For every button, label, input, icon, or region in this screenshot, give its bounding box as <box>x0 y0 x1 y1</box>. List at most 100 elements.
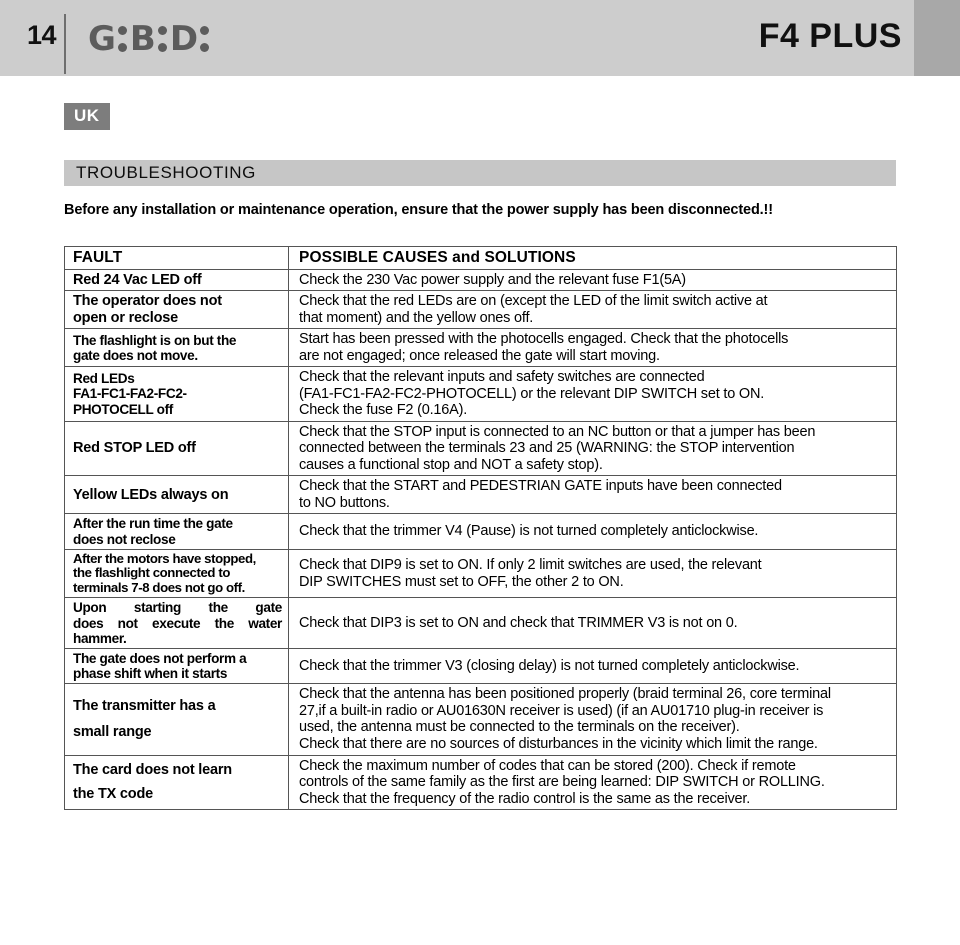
solution-line: Check that the red LEDs are on (except t… <box>299 293 768 310</box>
brand-letter-b: B <box>129 19 156 59</box>
section-title-bar: TROUBLESHOOTING <box>64 160 896 186</box>
solution-line: Check that the START and PEDESTRIAN GATE… <box>299 478 782 495</box>
fault-cell: The operator does not open or reclose <box>64 290 289 330</box>
fault-cell: Red STOP LED off <box>64 420 289 477</box>
fault-cell: Red LEDs FA1-FC1-FA2-FC2- PHOTOCELL off <box>64 366 289 422</box>
table-body: FAULT POSSIBLE CAUSES and SOLUTIONS Red … <box>64 246 897 811</box>
table-row: The card does not learn the TX code Chec… <box>64 754 897 811</box>
fault-line: Red 24 Vac LED off <box>73 271 202 288</box>
fault-cell: Upon starting the gate does not execute … <box>64 597 289 649</box>
solution-cell: Check that the trimmer V4 (Pause) is not… <box>288 513 897 550</box>
column-header-fault: FAULT <box>64 246 289 270</box>
solution-line: 27,if a built-in radio or AU01630N recei… <box>299 702 824 719</box>
solution-line: causes a functional stop and NOT a safet… <box>299 456 603 473</box>
table-row: The operator does not open or reclose Ch… <box>64 290 897 330</box>
fault-line: The card does not learn <box>73 762 232 779</box>
fault-cell: After the run time the gate does not rec… <box>64 513 289 550</box>
solution-line: Check that there are no sources of distu… <box>299 735 818 752</box>
table-row: The flashlight is on but the gate does n… <box>64 328 897 368</box>
fault-line: does not execute the water <box>73 615 282 631</box>
fault-line: open or reclose <box>73 309 178 326</box>
fault-cell: The flashlight is on but the gate does n… <box>64 328 289 368</box>
fault-line: Red LEDs <box>73 371 135 387</box>
solution-cell: Check that the antenna has been position… <box>288 683 897 756</box>
solution-line: used, the antenna must be connected to t… <box>299 719 740 736</box>
fault-cell: The transmitter has a small range <box>64 683 289 756</box>
fault-line: The flashlight is on but the <box>73 332 237 348</box>
table-header-row: FAULT POSSIBLE CAUSES and SOLUTIONS <box>64 246 897 270</box>
solution-line: Check the maximum number of codes that c… <box>299 757 796 774</box>
fault-cell: Red 24 Vac LED off <box>64 268 289 292</box>
fault-line: small range <box>73 724 152 741</box>
solution-line: Check that the trimmer V4 (Pause) is not… <box>299 523 759 540</box>
solution-line: Check that the relevant inputs and safet… <box>299 369 705 386</box>
fault-line: Yellow LEDs always on <box>73 486 229 503</box>
solution-line: DIP SWITCHES must set to OFF, the other … <box>299 573 624 590</box>
fault-line: gate does not move. <box>73 347 198 363</box>
fault-cell: The gate does not perform a phase shift … <box>64 647 289 685</box>
solution-cell: Check that DIP9 is set to ON. If only 2 … <box>288 548 897 599</box>
page-number-divider <box>64 14 66 74</box>
solution-line: controls of the same family as the first… <box>299 774 825 791</box>
page-number: 14 <box>27 20 57 50</box>
solution-cell: Check that the relevant inputs and safet… <box>288 366 897 422</box>
fault-line: FA1-FC1-FA2-FC2- <box>73 386 187 402</box>
brand-colon-icon-2 <box>157 26 167 52</box>
fault-line: phase shift when it starts <box>73 666 228 682</box>
solution-line: connected between the terminals 23 and 2… <box>299 440 795 457</box>
solution-line: to NO buttons. <box>299 494 390 511</box>
brand-colon-icon-1 <box>117 26 127 52</box>
section-title: TROUBLESHOOTING <box>76 163 256 182</box>
solution-line: Check that DIP3 is set to ON and check t… <box>299 614 738 631</box>
warning-notice: Before any installation or maintenance o… <box>64 202 773 218</box>
solution-line: Check that DIP9 is set to ON. If only 2 … <box>299 557 762 574</box>
solution-cell: Check that the START and PEDESTRIAN GATE… <box>288 475 897 515</box>
table-row: Red LEDs FA1-FC1-FA2-FC2- PHOTOCELL off … <box>64 366 897 422</box>
solution-cell: Start has been pressed with the photocel… <box>288 328 897 368</box>
fault-line: the flashlight connected to <box>73 565 230 581</box>
table-row: The gate does not perform a phase shift … <box>64 647 897 685</box>
fault-cell: The card does not learn the TX code <box>64 754 289 811</box>
fault-line: does not reclose <box>73 531 176 547</box>
fault-cell: Yellow LEDs always on <box>64 475 289 515</box>
column-header-solutions: POSSIBLE CAUSES and SOLUTIONS <box>288 246 897 270</box>
solution-line: are not engaged; once released the gate … <box>299 347 660 364</box>
solution-cell: Check that the red LEDs are on (except t… <box>288 290 897 330</box>
brand-letter-g: G <box>88 19 116 59</box>
table-row: After the motors have stopped, the flash… <box>64 548 897 599</box>
brand-colon-icon-3 <box>200 26 210 52</box>
page-header-band: 14 G B D F4 PLUS <box>0 0 960 76</box>
brand-logo: G B D <box>88 22 210 56</box>
solution-line: (FA1-FC1-FA2-FC2-PHOTOCELL) or the relev… <box>299 385 765 402</box>
solution-line: Start has been pressed with the photocel… <box>299 331 789 348</box>
solution-cell: Check the maximum number of codes that c… <box>288 754 897 811</box>
solution-line: Check the fuse F2 (0.16A). <box>299 402 468 419</box>
troubleshooting-table: FAULT POSSIBLE CAUSES and SOLUTIONS Red … <box>64 246 897 811</box>
fault-line: After the motors have stopped, <box>73 550 256 566</box>
solution-line: Check that the frequency of the radio co… <box>299 790 751 807</box>
brand-letter-d: D <box>169 19 198 59</box>
language-badge: UK <box>64 103 110 130</box>
table-row: Red STOP LED off Check that the STOP inp… <box>64 420 897 477</box>
fault-line: The gate does not perform a <box>73 651 247 666</box>
fault-line: hammer. <box>73 630 127 646</box>
page-header-right-strip <box>914 0 960 76</box>
fault-cell: After the motors have stopped, the flash… <box>64 548 289 599</box>
solution-line: that moment) and the yellow ones off. <box>299 309 534 326</box>
solution-cell: Check the 230 Vac power supply and the r… <box>288 268 897 292</box>
solution-cell: Check that DIP3 is set to ON and check t… <box>288 597 897 649</box>
fault-line: terminals 7-8 does not go off. <box>73 579 245 595</box>
solution-line: Check that the antenna has been position… <box>299 686 831 703</box>
table-row: The transmitter has a small range Check … <box>64 683 897 756</box>
fault-line: PHOTOCELL off <box>73 401 173 417</box>
fault-line: After the run time the gate <box>73 516 233 532</box>
fault-line: The transmitter has a <box>73 698 216 715</box>
fault-line: the TX code <box>73 786 153 803</box>
fault-line: Red STOP LED off <box>73 440 196 457</box>
table-row: Upon starting the gate does not execute … <box>64 597 897 649</box>
product-title: F4 PLUS <box>758 17 902 55</box>
table-row: After the run time the gate does not rec… <box>64 513 897 550</box>
table-row: Yellow LEDs always on Check that the STA… <box>64 475 897 515</box>
solution-line: Check that the STOP input is connected t… <box>299 423 816 440</box>
solution-line: Check the 230 Vac power supply and the r… <box>299 271 686 288</box>
